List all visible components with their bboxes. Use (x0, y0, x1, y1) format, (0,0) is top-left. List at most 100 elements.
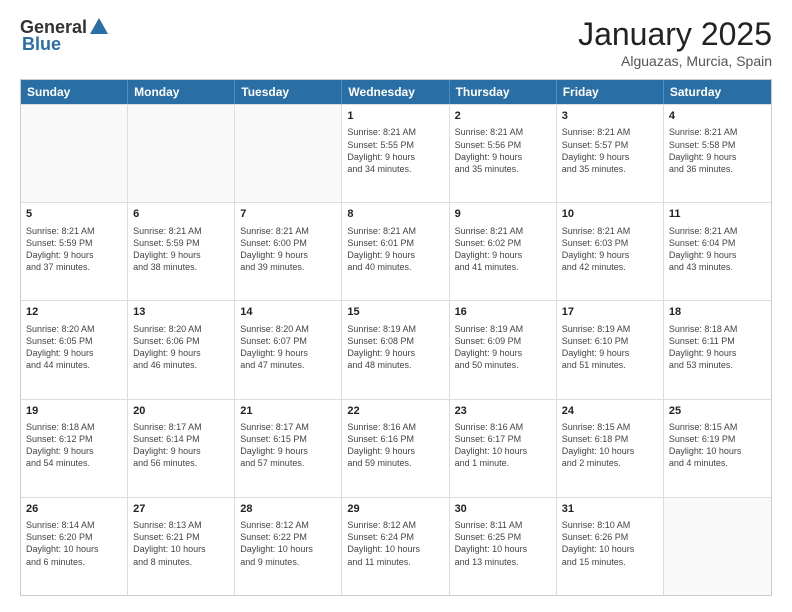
day-info: Sunrise: 8:13 AM Sunset: 6:21 PM Dayligh… (133, 519, 229, 568)
day-cell-3: 3 Sunrise: 8:21 AM Sunset: 5:57 PM Daylig… (557, 105, 664, 202)
day-cell-7: 7 Sunrise: 8:21 AM Sunset: 6:00 PM Daylig… (235, 203, 342, 300)
day-number: 13 (133, 305, 229, 320)
calendar-row-4: 26 Sunrise: 8:14 AM Sunset: 6:20 PM Dayli… (21, 497, 771, 595)
day-info: Sunrise: 8:15 AM Sunset: 6:18 PM Dayligh… (562, 421, 658, 470)
day-number: 21 (240, 404, 336, 419)
day-cell-empty (21, 105, 128, 202)
day-number: 9 (455, 207, 551, 222)
day-number: 18 (669, 305, 766, 320)
calendar-body: 1 Sunrise: 8:21 AM Sunset: 5:55 PM Daylig… (21, 104, 771, 595)
day-info: Sunrise: 8:10 AM Sunset: 6:26 PM Dayligh… (562, 519, 658, 568)
day-cell-14: 14Sunrise: 8:20 AM Sunset: 6:07 PM Dayli… (235, 301, 342, 398)
day-number: 26 (26, 502, 122, 517)
day-cell-26: 26 Sunrise: 8:14 AM Sunset: 6:20 PM Dayli… (21, 498, 128, 595)
day-number: 6 (133, 207, 229, 222)
day-cell-27: 27 Sunrise: 8:13 AM Sunset: 6:21 PM Dayli… (128, 498, 235, 595)
day-info: Sunrise: 8:20 AM Sunset: 6:06 PM Dayligh… (133, 323, 229, 372)
day-cell-23: 23 Sunrise: 8:16 AM Sunset: 6:17 PM Dayli… (450, 400, 557, 497)
day-info: Sunrise: 8:20 AM Sunset: 6:05 PM Dayligh… (26, 323, 122, 372)
day-number: 5 (26, 207, 122, 222)
calendar-row-1: 5 Sunrise: 8:21 AM Sunset: 5:59 PM Daylig… (21, 202, 771, 300)
day-info: Sunrise: 8:12 AM Sunset: 6:22 PM Dayligh… (240, 519, 336, 568)
day-cell-18: 18 Sunrise: 8:18 AM Sunset: 6:11 PM Dayli… (664, 301, 771, 398)
day-info: Sunrise: 8:21 AM Sunset: 6:04 PM Dayligh… (669, 225, 766, 274)
day-number: 4 (669, 109, 766, 124)
day-number: 14 (240, 305, 336, 320)
calendar-row-2: 12Sunrise: 8:20 AM Sunset: 6:05 PM Dayli… (21, 300, 771, 398)
day-cell-25: 25 Sunrise: 8:15 AM Sunset: 6:19 PM Dayli… (664, 400, 771, 497)
day-cell-8: 8Sunrise: 8:21 AM Sunset: 6:01 PM Daylig… (342, 203, 449, 300)
calendar-header: SundayMondayTuesdayWednesdayThursdayFrid… (21, 80, 771, 104)
day-info: Sunrise: 8:21 AM Sunset: 5:59 PM Dayligh… (26, 225, 122, 274)
day-info: Sunrise: 8:12 AM Sunset: 6:24 PM Dayligh… (347, 519, 443, 568)
day-cell-20: 20 Sunrise: 8:17 AM Sunset: 6:14 PM Dayli… (128, 400, 235, 497)
day-info: Sunrise: 8:21 AM Sunset: 5:56 PM Dayligh… (455, 126, 551, 175)
day-cell-11: 11 Sunrise: 8:21 AM Sunset: 6:04 PM Dayli… (664, 203, 771, 300)
day-number: 22 (347, 404, 443, 419)
day-info: Sunrise: 8:21 AM Sunset: 6:01 PM Dayligh… (347, 225, 443, 274)
day-cell-empty (128, 105, 235, 202)
day-cell-5: 5 Sunrise: 8:21 AM Sunset: 5:59 PM Daylig… (21, 203, 128, 300)
month-title: January 2025 (578, 16, 772, 53)
day-info: Sunrise: 8:17 AM Sunset: 6:14 PM Dayligh… (133, 421, 229, 470)
day-info: Sunrise: 8:19 AM Sunset: 6:08 PM Dayligh… (347, 323, 443, 372)
calendar-row-0: 1 Sunrise: 8:21 AM Sunset: 5:55 PM Daylig… (21, 104, 771, 202)
day-number: 19 (26, 404, 122, 419)
day-cell-10: 10 Sunrise: 8:21 AM Sunset: 6:03 PM Dayli… (557, 203, 664, 300)
day-number: 23 (455, 404, 551, 419)
day-info: Sunrise: 8:19 AM Sunset: 6:09 PM Dayligh… (455, 323, 551, 372)
day-number: 25 (669, 404, 766, 419)
day-number: 2 (455, 109, 551, 124)
day-number: 7 (240, 207, 336, 222)
day-info: Sunrise: 8:18 AM Sunset: 6:11 PM Dayligh… (669, 323, 766, 372)
header-day-wednesday: Wednesday (342, 80, 449, 104)
day-number: 11 (669, 207, 766, 222)
day-info: Sunrise: 8:21 AM Sunset: 6:00 PM Dayligh… (240, 225, 336, 274)
day-number: 30 (455, 502, 551, 517)
day-info: Sunrise: 8:21 AM Sunset: 5:55 PM Dayligh… (347, 126, 443, 175)
day-cell-6: 6 Sunrise: 8:21 AM Sunset: 5:59 PM Daylig… (128, 203, 235, 300)
day-number: 1 (347, 109, 443, 124)
day-number: 17 (562, 305, 658, 320)
page: General Blue January 2025 Alguazas, Murc… (0, 0, 792, 612)
day-number: 27 (133, 502, 229, 517)
day-cell-1: 1 Sunrise: 8:21 AM Sunset: 5:55 PM Daylig… (342, 105, 449, 202)
day-cell-13: 13 Sunrise: 8:20 AM Sunset: 6:06 PM Dayli… (128, 301, 235, 398)
day-cell-19: 19 Sunrise: 8:18 AM Sunset: 6:12 PM Dayli… (21, 400, 128, 497)
header-day-monday: Monday (128, 80, 235, 104)
header-day-friday: Friday (557, 80, 664, 104)
day-number: 16 (455, 305, 551, 320)
day-number: 24 (562, 404, 658, 419)
day-info: Sunrise: 8:21 AM Sunset: 6:02 PM Dayligh… (455, 225, 551, 274)
day-cell-2: 2 Sunrise: 8:21 AM Sunset: 5:56 PM Daylig… (450, 105, 557, 202)
day-cell-empty (235, 105, 342, 202)
day-info: Sunrise: 8:18 AM Sunset: 6:12 PM Dayligh… (26, 421, 122, 470)
day-cell-21: 21 Sunrise: 8:17 AM Sunset: 6:15 PM Dayli… (235, 400, 342, 497)
day-cell-30: 30 Sunrise: 8:11 AM Sunset: 6:25 PM Dayli… (450, 498, 557, 595)
day-number: 15 (347, 305, 443, 320)
day-info: Sunrise: 8:21 AM Sunset: 5:57 PM Dayligh… (562, 126, 658, 175)
day-info: Sunrise: 8:19 AM Sunset: 6:10 PM Dayligh… (562, 323, 658, 372)
day-cell-empty (664, 498, 771, 595)
header-day-saturday: Saturday (664, 80, 771, 104)
day-info: Sunrise: 8:17 AM Sunset: 6:15 PM Dayligh… (240, 421, 336, 470)
header-day-tuesday: Tuesday (235, 80, 342, 104)
day-number: 28 (240, 502, 336, 517)
day-info: Sunrise: 8:16 AM Sunset: 6:17 PM Dayligh… (455, 421, 551, 470)
logo: General Blue (20, 16, 111, 55)
day-info: Sunrise: 8:21 AM Sunset: 6:03 PM Dayligh… (562, 225, 658, 274)
day-info: Sunrise: 8:15 AM Sunset: 6:19 PM Dayligh… (669, 421, 766, 470)
day-cell-28: 28 Sunrise: 8:12 AM Sunset: 6:22 PM Dayli… (235, 498, 342, 595)
day-number: 20 (133, 404, 229, 419)
day-info: Sunrise: 8:21 AM Sunset: 5:59 PM Dayligh… (133, 225, 229, 274)
day-info: Sunrise: 8:14 AM Sunset: 6:20 PM Dayligh… (26, 519, 122, 568)
header: General Blue January 2025 Alguazas, Murc… (20, 16, 772, 69)
day-info: Sunrise: 8:11 AM Sunset: 6:25 PM Dayligh… (455, 519, 551, 568)
day-number: 10 (562, 207, 658, 222)
logo-icon (88, 16, 110, 38)
day-cell-31: 31 Sunrise: 8:10 AM Sunset: 6:26 PM Dayli… (557, 498, 664, 595)
day-number: 3 (562, 109, 658, 124)
day-number: 31 (562, 502, 658, 517)
day-info: Sunrise: 8:16 AM Sunset: 6:16 PM Dayligh… (347, 421, 443, 470)
day-cell-16: 16 Sunrise: 8:19 AM Sunset: 6:09 PM Dayli… (450, 301, 557, 398)
